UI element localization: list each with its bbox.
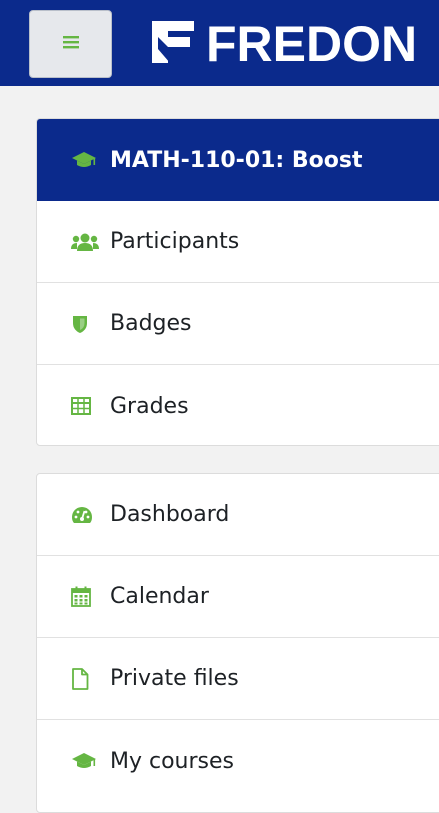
nav-item-label: Badges <box>110 311 192 336</box>
nav-item-my-courses[interactable]: My courses <box>37 720 439 802</box>
nav-item-badges[interactable]: Badges <box>37 283 439 365</box>
nav-item-label: Grades <box>110 393 189 419</box>
nav-item-participants[interactable]: Participants <box>37 201 439 283</box>
menu-toggle-button[interactable] <box>29 10 112 78</box>
logo-mark-icon <box>146 15 200 73</box>
site-navigation-panel: Dashboard Calendar Private files My cour… <box>36 473 439 813</box>
graduation-cap-icon <box>71 749 101 773</box>
nav-item-dashboard[interactable]: Dashboard <box>37 474 439 556</box>
nav-drawer: MATH-110-01: Boost Participants Badges G… <box>0 86 439 813</box>
nav-item-label: Dashboard <box>110 502 230 527</box>
file-icon <box>71 667 101 691</box>
course-navigation-panel: MATH-110-01: Boost Participants Badges G… <box>36 118 439 446</box>
nav-item-label: Participants <box>110 229 240 254</box>
logo-text: FREDON <box>206 16 418 72</box>
hamburger-icon <box>61 34 81 54</box>
nav-item-label: MATH-110-01: Boost <box>110 147 363 173</box>
site-logo[interactable]: FREDON <box>146 12 417 76</box>
users-icon <box>71 230 101 254</box>
nav-item-label: Private files <box>110 666 239 691</box>
nav-item-label: My courses <box>110 748 234 774</box>
nav-item-calendar[interactable]: Calendar <box>37 556 439 638</box>
dashboard-icon <box>71 503 101 527</box>
nav-item-grades[interactable]: Grades <box>37 365 439 445</box>
graduation-cap-icon <box>71 148 101 172</box>
nav-item-course-home[interactable]: MATH-110-01: Boost <box>37 119 439 201</box>
table-icon <box>71 394 101 418</box>
calendar-icon <box>71 585 101 609</box>
nav-item-label: Calendar <box>110 584 209 609</box>
top-navbar: FREDON <box>0 0 439 86</box>
nav-item-private-files[interactable]: Private files <box>37 638 439 720</box>
shield-icon <box>71 312 101 336</box>
